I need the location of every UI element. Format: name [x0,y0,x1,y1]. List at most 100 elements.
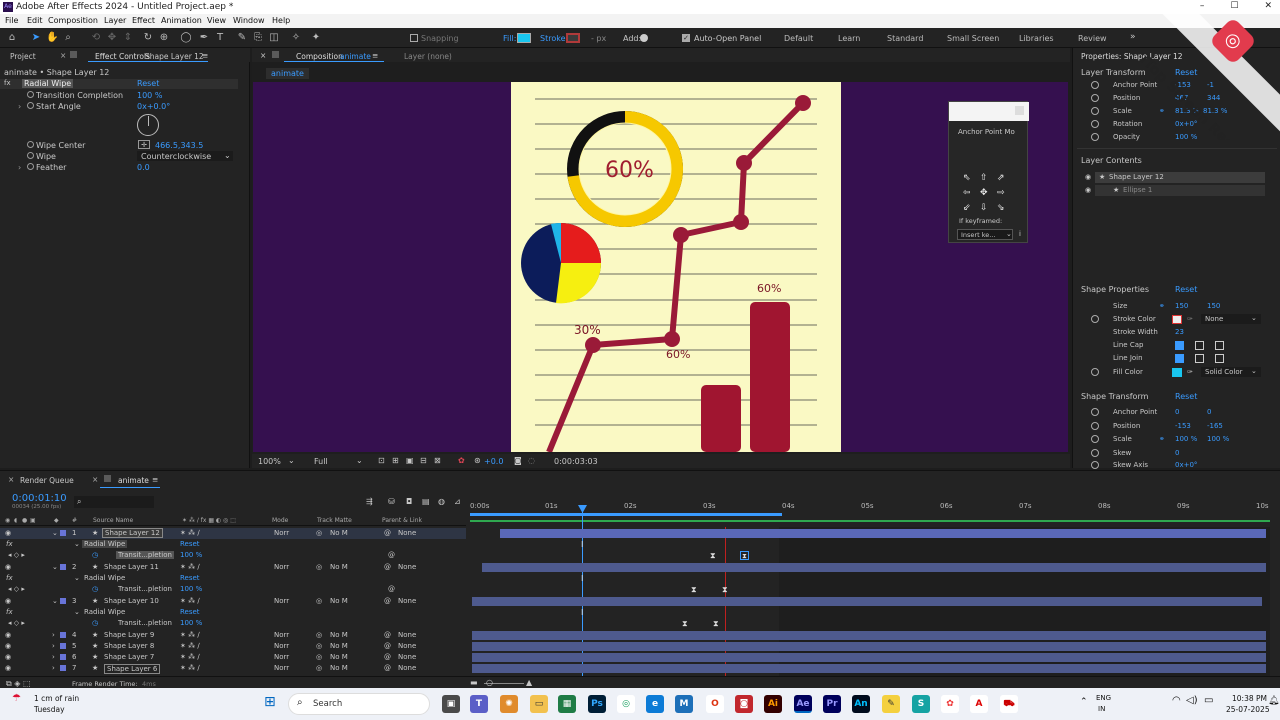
rotation-value[interactable]: 0x+0° [1175,120,1197,128]
layer-bar[interactable] [500,529,1266,538]
wipe-dropdown[interactable]: Counterclockwise ⌄ [137,151,233,161]
viewer-timecode[interactable]: 0:00:03:03 [554,457,598,466]
mode-dropdown[interactable]: Norr [274,642,289,650]
layer-switches-icon[interactable]: ✶ ⁂ ∕ [180,653,200,661]
bevel-join-button[interactable] [1215,354,1224,363]
projecting-cap-button[interactable] [1215,341,1224,350]
expand-arrow-icon[interactable]: › [52,653,55,661]
audio-switch-icon[interactable]: ◖ [14,517,17,524]
clock-date[interactable]: 25-07-2025 [1226,705,1270,714]
eye-icon[interactable]: ◉ [5,529,11,537]
label-color[interactable] [60,643,66,649]
paint-app-icon[interactable]: ✎ [882,695,900,713]
lock-icon[interactable] [70,51,77,58]
st-anchor-x[interactable]: 0 [1175,408,1179,416]
workspace-review[interactable]: Review [1078,34,1107,43]
workspace-learn[interactable]: Learn [838,34,860,43]
zoom-level[interactable]: 100% [258,457,281,466]
layer-row[interactable]: ◉ › 7 ★ Shape Layer 6 ✶ ⁂ ∕ Norr ◎ No M … [0,663,466,674]
copilot-icon[interactable]: ✺ [500,695,518,713]
property-value[interactable]: 100 % [180,585,202,593]
current-time[interactable]: 0:00:01:10 [12,493,67,504]
pen-tool-icon[interactable]: ✒ [198,32,210,44]
effect-row-name[interactable]: Radial Wipe [84,574,125,582]
insert-keyframe-dropdown[interactable]: Insert ke... ⌄ [957,229,1013,240]
opera-icon[interactable]: O [706,695,724,713]
stopwatch-icon[interactable] [27,141,34,148]
effects-group-row[interactable]: fx ⌄ Radial Wipe Reset [0,539,466,550]
layer-name[interactable]: Shape Layer 6 [104,664,161,674]
expand-arrow-icon[interactable]: › [18,102,21,111]
composition-tab-name[interactable]: animate [340,52,371,61]
stopwatch-icon[interactable] [1091,408,1099,416]
parent-dropdown[interactable]: None [398,642,416,650]
crosshair-icon[interactable]: ✛ [138,140,150,149]
label-color[interactable] [60,632,66,638]
expand-arrow-icon[interactable]: › [52,664,55,672]
orbit-tool-icon[interactable]: ⟲ [90,32,102,44]
opacity-value[interactable]: 100 % [1175,133,1197,141]
track-matte-header[interactable]: Track Matte [317,517,352,524]
fill-color-swatch[interactable] [1172,368,1182,377]
snapshot-camera-icon[interactable]: ◙ [514,456,522,465]
eye-icon[interactable]: ◉ [5,563,11,571]
menu-help[interactable]: Help [272,16,290,25]
arrow-up-icon[interactable]: ⇧ [980,173,988,183]
frame-blending-icon[interactable]: ▤ [422,497,430,506]
motion-blur-icon[interactable]: ◍ [438,497,445,506]
stopwatch-icon[interactable] [1091,315,1099,323]
premiere-icon[interactable]: Pr [823,695,841,713]
eye-icon[interactable]: ◉ [5,631,11,639]
fx-icon[interactable]: fx [6,574,13,582]
tab-project[interactable]: Project [10,52,36,61]
st-position-y[interactable]: -165 [1207,422,1223,430]
arrow-ne-icon[interactable]: ⇗ [997,173,1005,183]
exposure-value[interactable]: +0.0 [484,457,503,466]
stroke-width-value[interactable]: 23 [1175,328,1184,336]
arrow-left-icon[interactable]: ⇦ [963,188,971,198]
miter-join-button[interactable] [1175,354,1184,363]
roto-brush-tool-icon[interactable]: ✧ [290,32,302,44]
mode-dropdown[interactable]: Norr [274,653,289,661]
guides-icon[interactable]: ⊠ [434,456,441,465]
dolly-tool-icon[interactable]: ⇕ [122,32,134,44]
keyframe-nav-icon[interactable]: ◂ ◇ ▸ [8,619,25,627]
after-effects-icon[interactable]: Ae [794,695,812,713]
layer-bar[interactable] [472,642,1266,651]
stopwatch-icon[interactable] [1091,120,1099,128]
label-color[interactable] [60,654,66,660]
track-matte-icon[interactable]: ◎ [316,631,322,639]
menu-view[interactable]: View [207,16,226,25]
st-scale-x[interactable]: 100 % [1175,435,1197,443]
edge-icon[interactable]: e [646,695,664,713]
pick-whip-icon[interactable]: @ [384,529,391,537]
menu-effect[interactable]: Effect [132,16,155,25]
zoom-tool-icon[interactable]: ⌕ [62,32,74,44]
property-row[interactable]: ◂ ◇ ▸ ◷ Transit...pletion 100 % [0,618,466,629]
label-color[interactable] [60,530,66,536]
keyframe-nav-icon[interactable]: ◂ ◇ ▸ [8,585,25,593]
hand-tool-icon[interactable]: ✋ [46,32,58,44]
mode-dropdown[interactable]: Norr [274,664,289,672]
layer-name[interactable]: Shape Layer 9 [104,631,154,639]
taskbar-search[interactable]: ⌕ Search [288,693,430,715]
contents-row-ellipse[interactable]: ★ Ellipse 1 [1095,185,1265,196]
st-skew-axis-value[interactable]: 0x+0° [1175,461,1197,469]
video-switch-icon[interactable]: ◉ [5,517,10,524]
stroke-width-value[interactable]: - px [591,34,606,43]
snapping-checkbox[interactable] [410,34,418,42]
keyframe[interactable]: ⧗ [682,619,688,628]
pick-whip-icon[interactable]: @ [384,631,391,639]
effect-row-reset[interactable]: Reset [180,574,200,582]
zoom-slider-thumb[interactable]: ○ [486,678,493,687]
chevron-down-icon[interactable]: ⌄ [288,456,295,465]
weather-text[interactable]: 1 cm of rain [34,694,79,703]
keyframe[interactable]: ⧗ [722,585,728,594]
menu-file[interactable]: File [5,16,18,25]
stroke-swatch[interactable] [566,33,580,43]
layer-bar[interactable] [482,563,1266,572]
mail-icon[interactable]: M [675,695,693,713]
mode-dropdown[interactable]: Norr [274,597,289,605]
expand-arrow-icon[interactable]: ⌄ [52,597,58,605]
st-skew-value[interactable]: 0 [1175,449,1179,457]
